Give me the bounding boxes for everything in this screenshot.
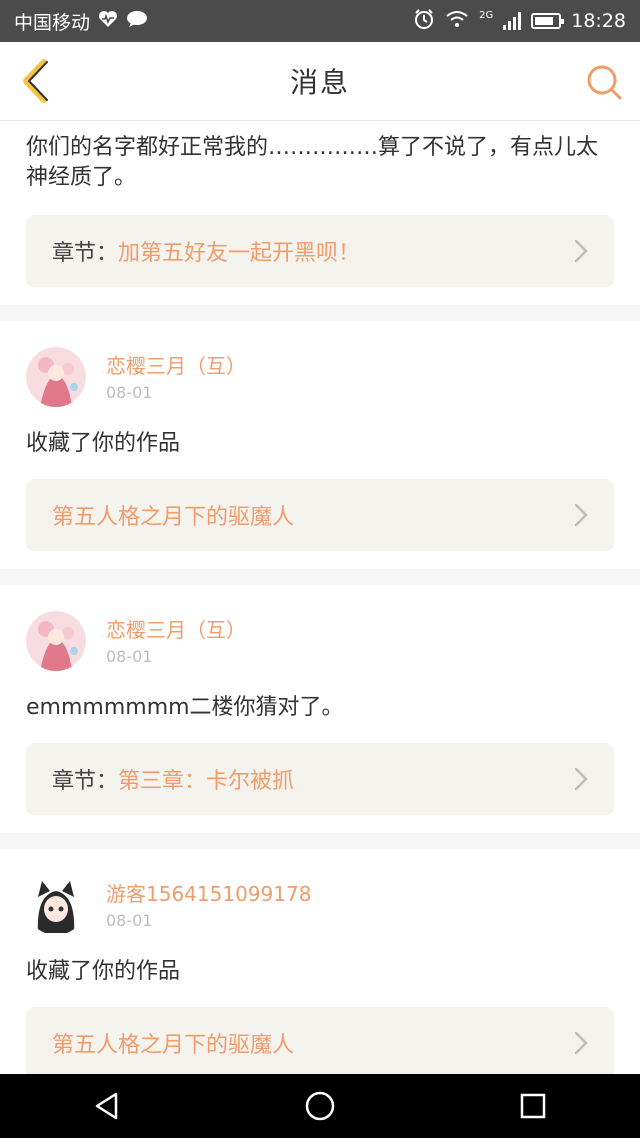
status-bar: 中国移动 2G 18:28 <box>0 0 640 42</box>
chapter-link[interactable]: 章节： 加第五好友一起开黑呗！ <box>26 215 614 287</box>
user-row: 恋樱三月（互） 08-01 <box>26 611 614 671</box>
signal-icon <box>503 12 522 30</box>
ref-title: 加第五好友一起开黑呗！ <box>118 241 361 266</box>
header-bar: 消息 <box>0 42 640 121</box>
status-left: 中国移动 <box>14 8 148 35</box>
ref-title: 第五人格之月下的驱魔人 <box>52 1033 295 1058</box>
system-recents-button[interactable] <box>509 1082 557 1130</box>
message-card: 恋樱三月（互） 08-01 emmmmmmm二楼你猜对了。 章节： 第三章：卡尔… <box>0 585 640 833</box>
work-link[interactable]: 第五人格之月下的驱魔人 <box>26 1007 614 1074</box>
avatar[interactable] <box>26 875 86 935</box>
search-button[interactable] <box>584 62 624 102</box>
clock-label: 18:28 <box>571 10 626 32</box>
message-text: 收藏了你的作品 <box>26 431 181 456</box>
message-card: 你们的名字都好正常我的……………算了不说了，有点儿太神经质了。 章节： 加第五好… <box>0 121 640 305</box>
chat-bubble-icon <box>126 10 148 33</box>
carrier-label: 中国移动 <box>14 11 91 34</box>
square-recents-icon <box>521 1093 546 1119</box>
ref-label: 章节： <box>52 769 119 794</box>
alarm-icon <box>413 8 435 35</box>
message-text: emmmmmmm二楼你猜对了。 <box>26 695 344 720</box>
system-home-button[interactable] <box>296 1082 344 1130</box>
date: 08-01 <box>106 646 153 666</box>
chevron-right-icon <box>574 1031 588 1055</box>
message-text: 收藏了你的作品 <box>26 959 181 984</box>
chevron-right-icon <box>574 767 588 791</box>
chevron-right-icon <box>574 239 588 263</box>
chevron-right-icon <box>574 503 588 527</box>
ref-label: 章节： <box>52 241 119 266</box>
wifi-icon <box>445 10 469 33</box>
back-chevron-icon <box>23 59 48 103</box>
avatar[interactable] <box>26 347 86 407</box>
ref-title: 第三章：卡尔被抓 <box>118 769 295 794</box>
username[interactable]: 恋樱三月（互） <box>106 617 246 643</box>
user-row: 恋樱三月（互） 08-01 <box>26 347 614 407</box>
date: 08-01 <box>106 382 153 402</box>
message-card: 游客1564151099178 08-01 收藏了你的作品 第五人格之月下的驱魔… <box>0 849 640 1074</box>
user-meta: 恋樱三月（互） 08-01 <box>106 617 246 666</box>
ref-title: 第五人格之月下的驱魔人 <box>52 505 295 530</box>
chapter-link[interactable]: 章节： 第三章：卡尔被抓 <box>26 743 614 815</box>
triangle-back-icon <box>95 1092 117 1120</box>
status-right: 2G 18:28 <box>413 8 626 35</box>
page-title: 消息 <box>289 66 350 99</box>
network-type-label: 2G <box>479 9 494 21</box>
username[interactable]: 游客1564151099178 <box>106 881 311 907</box>
message-feed[interactable]: 你们的名字都好正常我的……………算了不说了，有点儿太神经质了。 章节： 加第五好… <box>0 121 640 1074</box>
user-meta: 恋樱三月（互） 08-01 <box>106 353 246 402</box>
search-icon <box>587 65 622 100</box>
system-nav-bar <box>0 1074 640 1138</box>
date: 08-01 <box>106 910 153 930</box>
back-button[interactable] <box>18 58 54 104</box>
user-meta: 游客1564151099178 08-01 <box>106 881 311 930</box>
battery-icon <box>531 13 565 29</box>
user-row: 游客1564151099178 08-01 <box>26 875 614 935</box>
system-back-button[interactable] <box>83 1082 131 1130</box>
message-card: 恋樱三月（互） 08-01 收藏了你的作品 第五人格之月下的驱魔人 <box>0 321 640 569</box>
avatar[interactable] <box>26 611 86 671</box>
message-text: 你们的名字都好正常我的……………算了不说了，有点儿太神经质了。 <box>26 135 599 190</box>
username[interactable]: 恋樱三月（互） <box>106 353 246 379</box>
heart-icon <box>98 10 118 33</box>
work-link[interactable]: 第五人格之月下的驱魔人 <box>26 479 614 551</box>
circle-home-icon <box>305 1091 335 1121</box>
